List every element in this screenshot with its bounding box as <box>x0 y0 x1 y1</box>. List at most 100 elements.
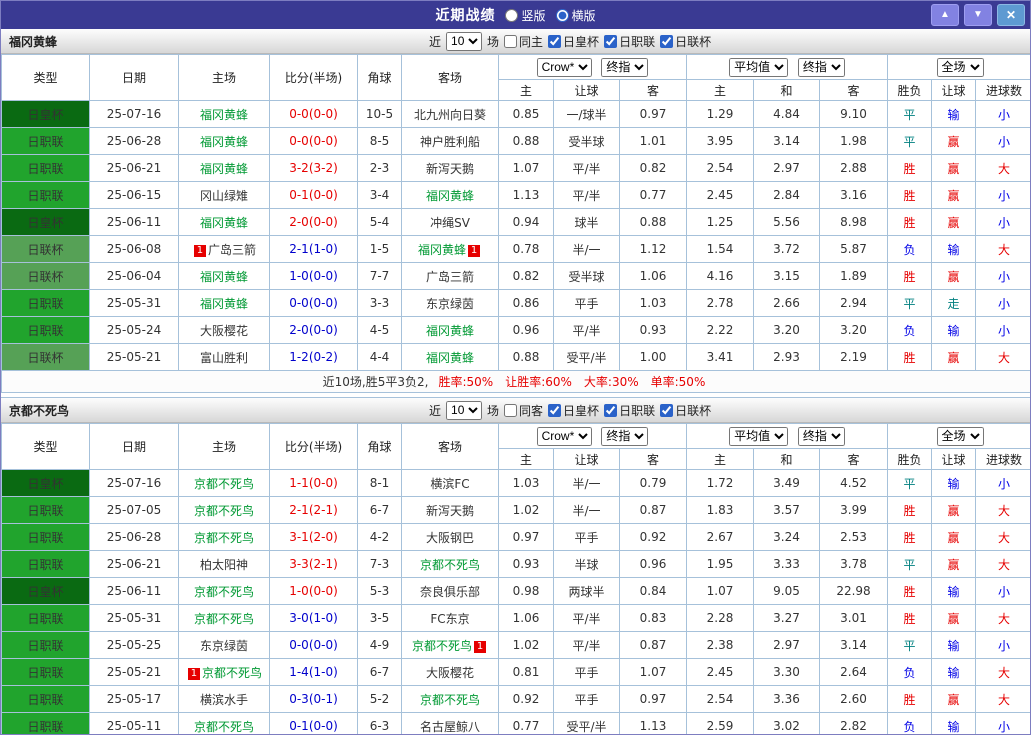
asian-home-odds: 0.77 <box>498 712 554 734</box>
horizontal-radio[interactable] <box>555 8 569 22</box>
away-team-cell: FC东京 <box>401 604 499 632</box>
move-up-button[interactable]: ▲ <box>931 4 959 26</box>
home-team-cell: 京都不死鸟 <box>178 604 270 632</box>
asian-bookmaker-select[interactable]: Crow* <box>536 57 592 77</box>
col-asian-line: 让球 <box>553 79 620 101</box>
team-title: 福冈黄蜂 <box>9 34 58 49</box>
euro-draw-odds: 2.97 <box>753 631 820 659</box>
team-bar: 京都不死鸟 近 10 场 同客 日皇杯 日职联 日联杯 <box>1 398 1030 423</box>
match-score: 2-1(1-0) <box>269 235 358 263</box>
col-euro-away: 客 <box>818 448 889 470</box>
euro-bookmaker-select[interactable]: 平均值 <box>729 57 789 77</box>
euro-home-odds: 2.28 <box>686 604 754 632</box>
same-venue-checkbox[interactable]: 同主 <box>504 33 543 50</box>
euro-draw-odds: 2.93 <box>753 343 820 371</box>
match-type-badge: 日职联 <box>1 316 90 344</box>
asian-handicap-line: 受半球 <box>553 262 620 290</box>
euro-away-odds: 22.98 <box>818 577 889 605</box>
home-team-cell: 福冈黄蜂 <box>178 289 270 317</box>
competition-checkbox-j1[interactable]: 日职联 <box>604 33 655 50</box>
match-row: 日职联 25-05-25 东京绿茵 0-0(0-0) 4-9 京都不死鸟 1 1.02 平/半 0… <box>1 631 1030 659</box>
away-team-cell: 京都不死鸟 1 <box>401 631 499 659</box>
layout-vertical-option[interactable]: 竖版 <box>505 7 546 24</box>
euro-away-odds: 2.19 <box>818 343 889 371</box>
euro-bookmaker-select[interactable]: 平均值 <box>729 426 789 446</box>
euro-away-odds: 3.16 <box>818 181 889 209</box>
result-goals: 小 <box>975 100 1030 128</box>
match-type-badge: 日职联 <box>1 685 90 713</box>
vertical-radio[interactable] <box>505 8 519 22</box>
asian-odds-time-select[interactable]: 终指 <box>601 57 649 77</box>
euro-odds-time-select[interactable]: 终指 <box>797 426 845 446</box>
league-cup-label: 日联杯 <box>675 403 712 418</box>
asian-bookmaker-select[interactable]: Crow* <box>536 426 592 446</box>
horizontal-label: 横版 <box>571 8 596 23</box>
corners-cell: 6-7 <box>357 496 402 524</box>
competition-checkbox-emperors-cup[interactable]: 日皇杯 <box>548 402 599 419</box>
match-row: 日职联 25-06-21 柏太阳神 3-3(2-1) 7-3 京都不死鸟 0.93 半球 0.9… <box>1 550 1030 578</box>
close-button[interactable]: ✕ <box>997 4 1025 26</box>
layout-horizontal-option[interactable]: 横版 <box>555 7 596 24</box>
col-wdl: 胜负 <box>887 79 933 101</box>
competition-checkbox-league-cup[interactable]: 日联杯 <box>660 33 711 50</box>
match-row: 日职联 25-05-31 福冈黄蜂 0-0(0-0) 3-3 东京绿茵 0.86 平手 1.03… <box>1 289 1030 317</box>
match-type-badge: 日联杯 <box>1 343 90 371</box>
team-name: 横滨水手 <box>199 692 248 707</box>
col-date: 日期 <box>89 54 179 101</box>
match-row: 日皇杯 25-06-11 福冈黄蜂 2-0(0-0) 5-4 冲绳SV 0.94 球半 0.88… <box>1 208 1030 236</box>
team-name: 大阪钢巴 <box>425 530 474 545</box>
result-handicap: 输 <box>931 658 977 686</box>
euro-away-odds: 2.82 <box>818 712 889 734</box>
asian-home-odds: 1.13 <box>498 181 554 209</box>
competition-checkbox-league-cup[interactable]: 日联杯 <box>660 402 711 419</box>
emperors-cup-input[interactable] <box>548 403 562 417</box>
league-cup-input[interactable] <box>660 34 674 48</box>
asian-away-odds: 0.97 <box>619 685 687 713</box>
result-wdl: 胜 <box>887 208 933 236</box>
summary-lead: 近10场,胜5平3负2, <box>322 375 429 389</box>
same-venue-input[interactable] <box>504 34 518 48</box>
away-team-cell: 冲绳SV <box>401 208 499 236</box>
focus-team-name: 京都不死鸟 <box>193 530 254 545</box>
recent-count-select[interactable]: 10 <box>446 31 483 51</box>
league-cup-input[interactable] <box>660 403 674 417</box>
j1-input[interactable] <box>604 34 618 48</box>
asian-odds-time-select[interactable]: 终指 <box>601 426 649 446</box>
fulltime-select[interactable]: 全场 <box>936 426 984 446</box>
competition-checkbox-emperors-cup[interactable]: 日皇杯 <box>548 33 599 50</box>
team-name: 横滨FC <box>430 476 470 491</box>
corners-cell: 8-1 <box>357 469 402 497</box>
red-card-count: 1 <box>474 640 486 653</box>
move-down-button[interactable]: ▼ <box>964 4 992 26</box>
titlebar-buttons: ▲ ▼ ✕ <box>931 4 1025 26</box>
competition-checkbox-j1[interactable]: 日职联 <box>604 402 655 419</box>
match-score: 3-3(2-1) <box>269 550 358 578</box>
euro-draw-odds: 3.57 <box>753 496 820 524</box>
asian-handicap-line: 两球半 <box>553 577 620 605</box>
home-team-cell: 柏太阳神 <box>178 550 270 578</box>
asian-handicap-line: 受平/半 <box>553 343 620 371</box>
match-date: 25-06-11 <box>89 577 179 605</box>
recent-count-select[interactable]: 10 <box>446 400 483 420</box>
corners-cell: 1-5 <box>357 235 402 263</box>
fulltime-select[interactable]: 全场 <box>936 57 984 77</box>
result-handicap: 赢 <box>931 604 977 632</box>
euro-odds-time-select[interactable]: 终指 <box>797 57 845 77</box>
same-venue-input[interactable] <box>504 403 518 417</box>
focus-team-name: 福冈黄蜂 <box>199 107 248 122</box>
euro-home-odds: 2.45 <box>686 658 754 686</box>
j1-label: 日职联 <box>619 403 656 418</box>
match-row: 日职联 25-06-28 京都不死鸟 3-1(2-0) 4-2 大阪钢巴 0.97 平手 0.9… <box>1 523 1030 551</box>
col-home: 主场 <box>178 54 270 101</box>
result-handicap: 赢 <box>931 343 977 371</box>
asian-odds-group: Crow* 终指 <box>498 423 687 449</box>
same-venue-checkbox[interactable]: 同客 <box>504 402 543 419</box>
result-handicap: 输 <box>931 100 977 128</box>
euro-odds-group: 平均值 终指 <box>685 54 889 80</box>
focus-team-name: 京都不死鸟 <box>411 638 472 653</box>
match-row: 日职联 25-05-21 1 京都不死鸟 1-4(1-0) 6-7 大阪樱花 0.81 平手 1.… <box>1 658 1030 686</box>
match-score: 0-3(0-1) <box>269 685 358 713</box>
match-score: 0-1(0-0) <box>269 181 358 209</box>
emperors-cup-input[interactable] <box>548 34 562 48</box>
j1-input[interactable] <box>604 403 618 417</box>
